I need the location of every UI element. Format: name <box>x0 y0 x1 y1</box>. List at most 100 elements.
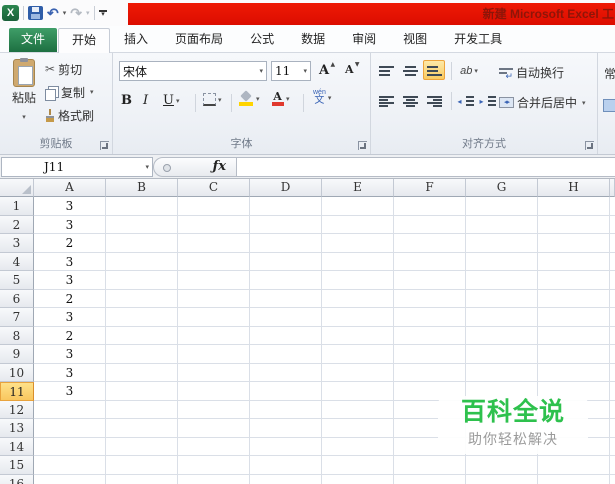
cell-C11[interactable] <box>178 382 250 401</box>
cell-C8[interactable] <box>178 326 250 345</box>
cell-A11[interactable]: 3 <box>34 382 106 401</box>
cell-D6[interactable] <box>250 289 322 308</box>
row-header-4[interactable]: 4 <box>0 252 34 271</box>
insert-function-icon[interactable]: ƒx <box>213 159 226 174</box>
cell-B5[interactable] <box>106 271 178 290</box>
cell-E9[interactable] <box>322 345 394 364</box>
font-dialog-launcher-icon[interactable] <box>358 141 367 150</box>
cell-E11[interactable] <box>322 382 394 401</box>
cell-G6[interactable] <box>466 289 538 308</box>
copy-button[interactable]: 复制 ▾ <box>45 84 94 101</box>
cut-button[interactable]: ✂ 剪切 <box>45 61 82 77</box>
font-color-button[interactable]: A ▾ <box>271 91 290 106</box>
cell-H8[interactable] <box>538 326 610 345</box>
cell-E14[interactable] <box>322 437 394 456</box>
cell-G1[interactable] <box>466 197 538 216</box>
cell-A5[interactable]: 3 <box>34 271 106 290</box>
copy-dropdown-icon[interactable]: ▾ <box>90 88 94 96</box>
cell-H10[interactable] <box>538 363 610 382</box>
bottom-align-button[interactable] <box>423 60 445 80</box>
font-name-combo[interactable]: 宋体 ▾ <box>119 61 267 81</box>
undo-dropdown-icon[interactable]: ▾ <box>63 9 67 17</box>
underline-button[interactable]: U ▾ <box>163 93 179 108</box>
row-header-16[interactable]: 16 <box>0 474 34 484</box>
tab-4[interactable]: 公式 <box>237 28 287 52</box>
cell-A2[interactable]: 3 <box>34 215 106 234</box>
cell-C7[interactable] <box>178 308 250 327</box>
row-header-5[interactable]: 5 <box>0 271 34 290</box>
cell-B7[interactable] <box>106 308 178 327</box>
grow-font-button[interactable]: A ▲ <box>319 61 335 78</box>
cell-H6[interactable] <box>538 289 610 308</box>
cell-G8[interactable] <box>466 326 538 345</box>
cell-E4[interactable] <box>322 252 394 271</box>
cell-B6[interactable] <box>106 289 178 308</box>
cell-B12[interactable] <box>106 400 178 419</box>
column-header-A[interactable]: A <box>34 179 106 197</box>
cell-C10[interactable] <box>178 363 250 382</box>
cell-E6[interactable] <box>322 289 394 308</box>
cell-G5[interactable] <box>466 271 538 290</box>
cell-D15[interactable] <box>250 456 322 475</box>
cell-C3[interactable] <box>178 234 250 253</box>
cell-B8[interactable] <box>106 326 178 345</box>
cell-D7[interactable] <box>250 308 322 327</box>
increase-indent-button[interactable] <box>477 91 499 111</box>
cell-C12[interactable] <box>178 400 250 419</box>
row-header-11[interactable]: 11 <box>0 382 34 401</box>
tab-2[interactable]: 插入 <box>111 28 161 52</box>
row-header-9[interactable]: 9 <box>0 345 34 364</box>
cell-G15[interactable] <box>466 456 538 475</box>
column-header-D[interactable]: D <box>250 179 322 197</box>
top-align-button[interactable] <box>375 61 397 81</box>
tab-6[interactable]: 审阅 <box>339 28 389 52</box>
name-box-dropdown-icon[interactable]: ▾ <box>145 163 149 171</box>
cell-E16[interactable] <box>322 474 394 484</box>
cell-E3[interactable] <box>322 234 394 253</box>
bold-button[interactable]: B <box>121 93 132 108</box>
cell-F1[interactable] <box>394 197 466 216</box>
tab-1[interactable]: 开始 <box>58 28 111 53</box>
cell-D8[interactable] <box>250 326 322 345</box>
cell-A14[interactable] <box>34 437 106 456</box>
cell-D12[interactable] <box>250 400 322 419</box>
cell-H3[interactable] <box>538 234 610 253</box>
cell-D2[interactable] <box>250 215 322 234</box>
cell-E1[interactable] <box>322 197 394 216</box>
cell-E10[interactable] <box>322 363 394 382</box>
cell-D16[interactable] <box>250 474 322 484</box>
phonetic-guide-button[interactable]: wén 文 ▾ <box>313 89 331 106</box>
cell-F5[interactable] <box>394 271 466 290</box>
row-header-6[interactable]: 6 <box>0 289 34 308</box>
cell-B9[interactable] <box>106 345 178 364</box>
cell-D1[interactable] <box>250 197 322 216</box>
cell-E8[interactable] <box>322 326 394 345</box>
cell-D4[interactable] <box>250 252 322 271</box>
cell-G3[interactable] <box>466 234 538 253</box>
row-header-7[interactable]: 7 <box>0 308 34 327</box>
column-header-H[interactable]: H <box>538 179 610 197</box>
cell-A3[interactable]: 2 <box>34 234 106 253</box>
cell-F7[interactable] <box>394 308 466 327</box>
cell-C5[interactable] <box>178 271 250 290</box>
cell-B1[interactable] <box>106 197 178 216</box>
orientation-button[interactable]: ab ▾ <box>455 61 483 81</box>
cell-E7[interactable] <box>322 308 394 327</box>
cell-H2[interactable] <box>538 215 610 234</box>
cell-B4[interactable] <box>106 252 178 271</box>
column-header-F[interactable]: F <box>394 179 466 197</box>
cell-G10[interactable] <box>466 363 538 382</box>
cell-A8[interactable]: 2 <box>34 326 106 345</box>
collapse-formula-bar-icon[interactable] <box>163 164 171 172</box>
cell-A10[interactable]: 3 <box>34 363 106 382</box>
font-size-combo[interactable]: 11 ▾ <box>271 61 311 81</box>
cell-D5[interactable] <box>250 271 322 290</box>
cell-F8[interactable] <box>394 326 466 345</box>
align-right-button[interactable] <box>423 91 445 111</box>
cell-F9[interactable] <box>394 345 466 364</box>
cell-H1[interactable] <box>538 197 610 216</box>
font-size-dropdown-icon[interactable]: ▾ <box>303 67 307 75</box>
row-header-15[interactable]: 15 <box>0 456 34 475</box>
row-header-12[interactable]: 12 <box>0 400 34 419</box>
format-painter-button[interactable]: 格式刷 <box>45 107 94 123</box>
